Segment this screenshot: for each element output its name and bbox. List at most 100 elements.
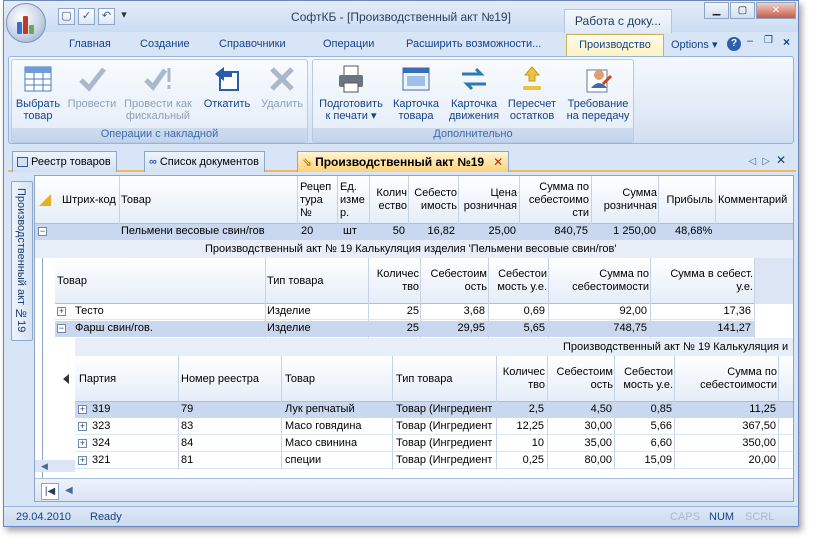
cell-sum: 350,00 (742, 437, 776, 449)
col3-qty[interactable]: Количес тво (495, 356, 545, 402)
grid2-caption: Производственный акт № 19 Калькуляция из… (205, 243, 617, 255)
col2-product[interactable]: Товар (57, 258, 257, 304)
transfer-request-button[interactable]: Требование на передачу (563, 64, 633, 122)
col3-batch[interactable]: Партия (79, 356, 175, 402)
tab-references[interactable]: Справочники (219, 38, 286, 50)
tab-create[interactable]: Создание (140, 38, 190, 50)
col3-cost[interactable]: Себестоим ость (547, 356, 613, 402)
col-price[interactable]: Цена розничная (458, 176, 517, 224)
print-prepare-button[interactable]: Подготовить к печати ▾ (315, 64, 387, 122)
col3-cost-ue[interactable]: Себестои мость у.е. (615, 356, 673, 402)
status-caps: CAPS (670, 511, 700, 523)
tab-home[interactable]: Главная (69, 38, 111, 50)
delete-label: Удалить (261, 98, 303, 110)
grid3-caption: Производственный акт № 19 Калькуляция и (563, 341, 789, 353)
grid-icon (17, 157, 28, 167)
tab-extend[interactable]: Расширить возможности... (406, 38, 541, 50)
rollback-button[interactable]: Откатить (201, 64, 253, 110)
tab-operations[interactable]: Операции (323, 38, 374, 50)
first-record-icon[interactable]: |◀ (41, 483, 59, 500)
expand-icon[interactable]: + (78, 439, 87, 448)
table-row[interactable]: +321 81 специи Товар (Ингредиент 0,25 80,00 15… (75, 453, 793, 469)
select-product-button[interactable]: Выбрать товар (15, 64, 61, 122)
col3-type[interactable]: Тип товара (396, 356, 496, 402)
minimize-button[interactable]: ▁ (704, 2, 729, 19)
expand-icon[interactable]: + (78, 456, 87, 465)
collapse-icon[interactable]: − (57, 324, 66, 333)
col-barcode[interactable]: Штрих-код (62, 176, 118, 224)
col-profit[interactable]: Прибыль (659, 176, 713, 224)
expand-icon[interactable]: + (57, 307, 66, 316)
table-row[interactable]: +323 83 Масо говядина Товар (Ингредиент 12,2… (75, 419, 793, 435)
app-logo-button[interactable] (6, 3, 46, 43)
col2-sum-ue[interactable]: Сумма в себест. у.е. (651, 258, 753, 304)
close-tab-icon[interactable]: ✕ (493, 153, 503, 172)
tab-production-act[interactable]: ⇘ Производственный акт №19 ✕ (297, 151, 510, 172)
tab-navigation: ◁▷✕ (749, 153, 792, 167)
recalc-stock-button[interactable]: Пересчет остатков (505, 64, 559, 122)
sort-arrow-icon[interactable] (63, 374, 69, 384)
collapse-icon[interactable]: − (38, 227, 47, 236)
col-sum-retail[interactable]: Сумма розничная (591, 176, 657, 224)
col2-qty[interactable]: Количес тво (369, 258, 419, 304)
col2-cost-ue[interactable]: Себестои мость у.е. (489, 258, 547, 304)
movement-card-button[interactable]: Карточка движения (448, 64, 500, 122)
prev-record-icon[interactable]: ◀ (65, 485, 73, 496)
table-row[interactable]: + Тесто Изделие 25 3,68 0,69 92,00 17,36 (55, 304, 755, 320)
cell-cost: 4,50 (590, 403, 612, 415)
tab-product-registry[interactable]: Реестр товаров (12, 151, 117, 172)
tab-next-icon[interactable]: ▷ (762, 156, 776, 167)
tab-document-list[interactable]: ∞ Список документов (144, 151, 265, 172)
group-additional-label: Дополнительно (313, 128, 633, 142)
tab-production[interactable]: Производство (566, 34, 664, 56)
chain-icon: ∞ (149, 155, 157, 168)
col-product[interactable]: Товар (121, 176, 291, 224)
options-label: Options (671, 39, 709, 51)
col2-sum[interactable]: Сумма по себестоимости (549, 258, 649, 304)
col-qty[interactable]: Колич ество (371, 176, 407, 224)
options-menu[interactable]: Options ▾ (671, 38, 718, 51)
col-unit[interactable]: Ед. изме р. (340, 176, 370, 224)
table-row[interactable]: +324 84 Масо свинина Товар (Ингредиент 10 35,… (75, 436, 793, 452)
col-comment[interactable]: Комментарий (718, 176, 793, 224)
mdi-minimize-icon[interactable]: – (747, 35, 753, 47)
col-cost[interactable]: Себесто имость (407, 176, 457, 224)
close-button[interactable]: ✕ (756, 2, 796, 19)
cell-name: специи (285, 454, 322, 466)
col3-registry[interactable]: Номер реестра (181, 356, 281, 402)
table-row[interactable]: − Пельмени весовые свин/гов 20 шт 50 16,… (35, 224, 793, 240)
col3-sum[interactable]: Сумма по себестоимости (675, 356, 777, 402)
group-invoice-operations: Выбрать товар Провести Провести как фискал… (11, 59, 308, 143)
window-title: СофтКБ - [Производственный акт №19] (291, 10, 511, 24)
mdi-restore-icon[interactable]: ❐ (764, 35, 773, 46)
side-tab-production-act[interactable]: Производственный акт №19 (11, 181, 33, 341)
expand-icon[interactable]: + (78, 422, 87, 431)
help-icon[interactable]: ? (727, 37, 741, 51)
delete-button[interactable]: Удалить (259, 64, 305, 110)
mdi-close-icon[interactable]: × (783, 35, 790, 49)
side-tab-label: Производственный акт №19 (15, 188, 27, 333)
cell-type: Товар (Ингредиент (396, 403, 493, 415)
user-document-icon (583, 64, 613, 94)
table-row[interactable]: − Фарш свин/гов. Изделие 25 29,95 5,65 7… (55, 321, 755, 337)
col3-product[interactable]: Товар (285, 356, 385, 402)
maximize-button[interactable]: ▢ (730, 2, 755, 19)
grid2-header-end (755, 258, 793, 304)
post-button[interactable]: Провести (67, 64, 117, 110)
col2-cost[interactable]: Себестоим ость (421, 258, 487, 304)
col-sum-cost[interactable]: Сумма по себестоимо сти (519, 176, 589, 224)
post-fiscal-button[interactable]: Провести как фискальный (122, 64, 194, 122)
scroll-left-icon[interactable]: ◀ (41, 461, 48, 472)
col-recipe[interactable]: Рецеп тура № (300, 176, 334, 224)
expand-icon[interactable]: + (78, 405, 87, 414)
tab-close-all-icon[interactable]: ✕ (776, 153, 792, 167)
post-fiscal-label1: Провести как (124, 98, 192, 110)
tab-prev-icon[interactable]: ◁ (749, 156, 763, 167)
rollback-icon (212, 64, 242, 94)
table-row[interactable]: +319 79 Лук репчатый Товар (Ингредиент 2,5 4,… (75, 402, 793, 418)
group-invoice-label: Операции с накладной (12, 128, 307, 142)
col2-type[interactable]: Тип товара (267, 258, 367, 304)
post-label: Провести (67, 98, 117, 110)
horizontal-scrollbar[interactable]: ◀ (35, 460, 75, 472)
product-card-button[interactable]: Карточка товара (390, 64, 442, 122)
